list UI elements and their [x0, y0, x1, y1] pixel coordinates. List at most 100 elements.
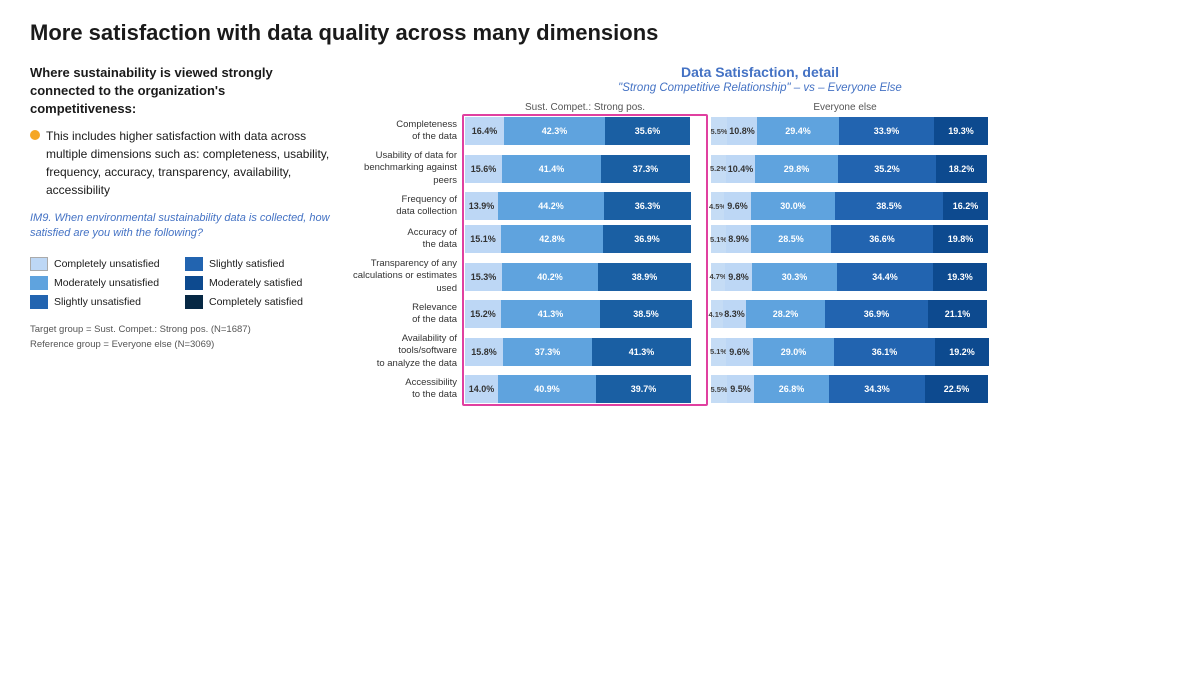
page-title: More satisfaction with data quality acro… — [30, 20, 1170, 46]
bar-segment-right: 29.4% — [757, 117, 839, 145]
legend-label-2: Slightly satisfied — [209, 258, 284, 270]
legend-item-4: Moderately satisfied — [185, 276, 330, 290]
bar-segment-right: 19.8% — [933, 225, 988, 253]
legend-item-5: Slightly unsatisfied — [30, 295, 175, 309]
right-bars: 5.5%9.5%26.8%34.3%22.5% — [711, 375, 1001, 403]
legend-label-5: Slightly unsatisfied — [54, 296, 141, 308]
legend-item-1: Completely unsatisfied — [30, 257, 175, 271]
bar-segment-right: 4.7% — [711, 263, 725, 291]
bar-segment-left: 41.4% — [502, 155, 601, 183]
bar-segment-right: 9.6% — [726, 338, 753, 366]
legend-item-6: Completely satisfied — [185, 295, 330, 309]
chart-row: Accuracy ofthe data15.1%42.8%36.9%5.1%8.… — [350, 225, 1170, 253]
chart-title: Data Satisfaction, detail — [350, 64, 1170, 80]
bar-segment-left: 15.6% — [465, 155, 502, 183]
left-group-header: Sust. Compet.: Strong pos. — [465, 102, 705, 113]
left-bars: 15.6%41.4%37.3% — [465, 155, 705, 183]
bar-segment-right: 29.8% — [755, 155, 838, 183]
row-label: Completenessof the data — [350, 119, 465, 144]
bar-segment-right: 36.6% — [831, 225, 933, 253]
bar-segment-left: 44.2% — [498, 192, 604, 220]
bar-segment-left: 41.3% — [501, 300, 600, 328]
bar-segment-left: 41.3% — [592, 338, 691, 366]
right-bars: 5.2%10.4%29.8%35.2%18.2% — [711, 155, 1001, 183]
bar-segment-left: 42.8% — [501, 225, 603, 253]
left-bars: 15.3%40.2%38.9% — [465, 263, 705, 291]
footnote-2: Reference group = Everyone else (N=3069) — [30, 338, 330, 352]
bar-segment-left: 38.5% — [600, 300, 692, 328]
legend-color-2 — [185, 257, 203, 271]
row-label-spacer — [350, 102, 465, 113]
right-bars: 4.7%9.8%30.3%34.4%19.3% — [711, 263, 1001, 291]
bar-segment-right: 5.1% — [711, 225, 726, 253]
bar-segment-right: 8.3% — [723, 300, 746, 328]
bar-segment-right: 9.8% — [725, 263, 752, 291]
bar-segment-right: 28.2% — [746, 300, 825, 328]
bar-segment-left: 15.3% — [465, 263, 502, 291]
bar-segment-left: 39.7% — [596, 375, 691, 403]
footnotes: Target group = Sust. Compet.: Strong pos… — [30, 323, 330, 352]
bar-segment-left: 14.0% — [465, 375, 498, 403]
legend-item-3: Moderately unsatisfied — [30, 276, 175, 290]
left-panel: Where sustainability is viewed strongly … — [30, 64, 330, 352]
right-bars: 5.5%10.8%29.4%33.9%19.3% — [711, 117, 1001, 145]
left-bars: 13.9%44.2%36.3% — [465, 192, 705, 220]
bar-segment-left: 37.3% — [503, 338, 592, 366]
row-label: Relevanceof the data — [350, 302, 465, 327]
left-bars: 15.8%37.3%41.3% — [465, 338, 705, 366]
bar-segment-right: 19.2% — [935, 338, 989, 366]
bar-segment-left: 40.2% — [502, 263, 598, 291]
chart-area: Completenessof the data16.4%42.3%35.6% 5.… — [350, 117, 1170, 403]
bar-segment-right: 9.5% — [727, 375, 754, 403]
bar-segment-right: 30.0% — [751, 192, 835, 220]
bar-segment-right: 38.5% — [835, 192, 943, 220]
row-label: Transparency of anycalculations or estim… — [350, 258, 465, 295]
bar-segment-left: 36.9% — [603, 225, 691, 253]
legend-label-6: Completely satisfied — [209, 296, 303, 308]
bar-segment-right: 5.1% — [711, 338, 726, 366]
left-bars: 15.2%41.3%38.5% — [465, 300, 705, 328]
bar-segment-right: 9.6% — [724, 192, 751, 220]
bar-segment-left: 16.4% — [465, 117, 504, 145]
bar-segment-right: 21.1% — [928, 300, 987, 328]
bar-segment-right: 18.2% — [936, 155, 987, 183]
bar-segment-right: 16.2% — [943, 192, 988, 220]
bar-segment-right: 26.8% — [754, 375, 829, 403]
chart-row: Usability of data forbenchmarking agains… — [350, 150, 1170, 187]
bar-segment-right: 34.3% — [829, 375, 925, 403]
chart-row: Relevanceof the data15.2%41.3%38.5%4.1%8… — [350, 300, 1170, 328]
bar-segment-right: 34.4% — [837, 263, 933, 291]
bar-segment-right: 28.5% — [751, 225, 831, 253]
row-label: Availability of tools/softwareto analyze… — [350, 333, 465, 370]
chart-headers: Sust. Compet.: Strong pos. Everyone else — [350, 102, 1170, 113]
legend-color-4 — [185, 276, 203, 290]
bar-segment-left: 42.3% — [504, 117, 605, 145]
question-text: IM9. When environmental sustainability d… — [30, 211, 330, 242]
bar-segment-right: 36.1% — [834, 338, 935, 366]
row-label: Frequency ofdata collection — [350, 194, 465, 219]
bar-segment-right: 5.2% — [711, 155, 726, 183]
bar-segment-right: 5.5% — [711, 117, 727, 145]
bar-segment-left: 15.8% — [465, 338, 503, 366]
bar-segment-left: 13.9% — [465, 192, 498, 220]
bar-segment-right: 35.2% — [838, 155, 936, 183]
bar-segment-right: 10.4% — [726, 155, 755, 183]
chart-row: Accessibilityto the data14.0%40.9%39.7%5… — [350, 375, 1170, 403]
bar-segment-right: 29.0% — [753, 338, 834, 366]
bar-segment-right: 19.3% — [934, 117, 988, 145]
legend-color-1 — [30, 257, 48, 271]
right-bars: 4.5%9.6%30.0%38.5%16.2% — [711, 192, 1001, 220]
legend: Completely unsatisfied Slightly satisfie… — [30, 257, 330, 309]
bar-segment-left: 35.6% — [605, 117, 690, 145]
row-label: Usability of data forbenchmarking agains… — [350, 150, 465, 187]
legend-color-6 — [185, 295, 203, 309]
chart-row: Availability of tools/softwareto analyze… — [350, 333, 1170, 370]
bar-segment-right: 22.5% — [925, 375, 988, 403]
right-panel: Data Satisfaction, detail "Strong Compet… — [350, 64, 1170, 408]
description-title: Where sustainability is viewed strongly … — [30, 64, 330, 119]
bar-segment-left: 36.3% — [604, 192, 691, 220]
legend-label-1: Completely unsatisfied — [54, 258, 160, 270]
legend-item-2: Slightly satisfied — [185, 257, 330, 271]
bar-segment-right: 33.9% — [839, 117, 934, 145]
bullet-text: This includes higher satisfaction with d… — [46, 127, 330, 199]
